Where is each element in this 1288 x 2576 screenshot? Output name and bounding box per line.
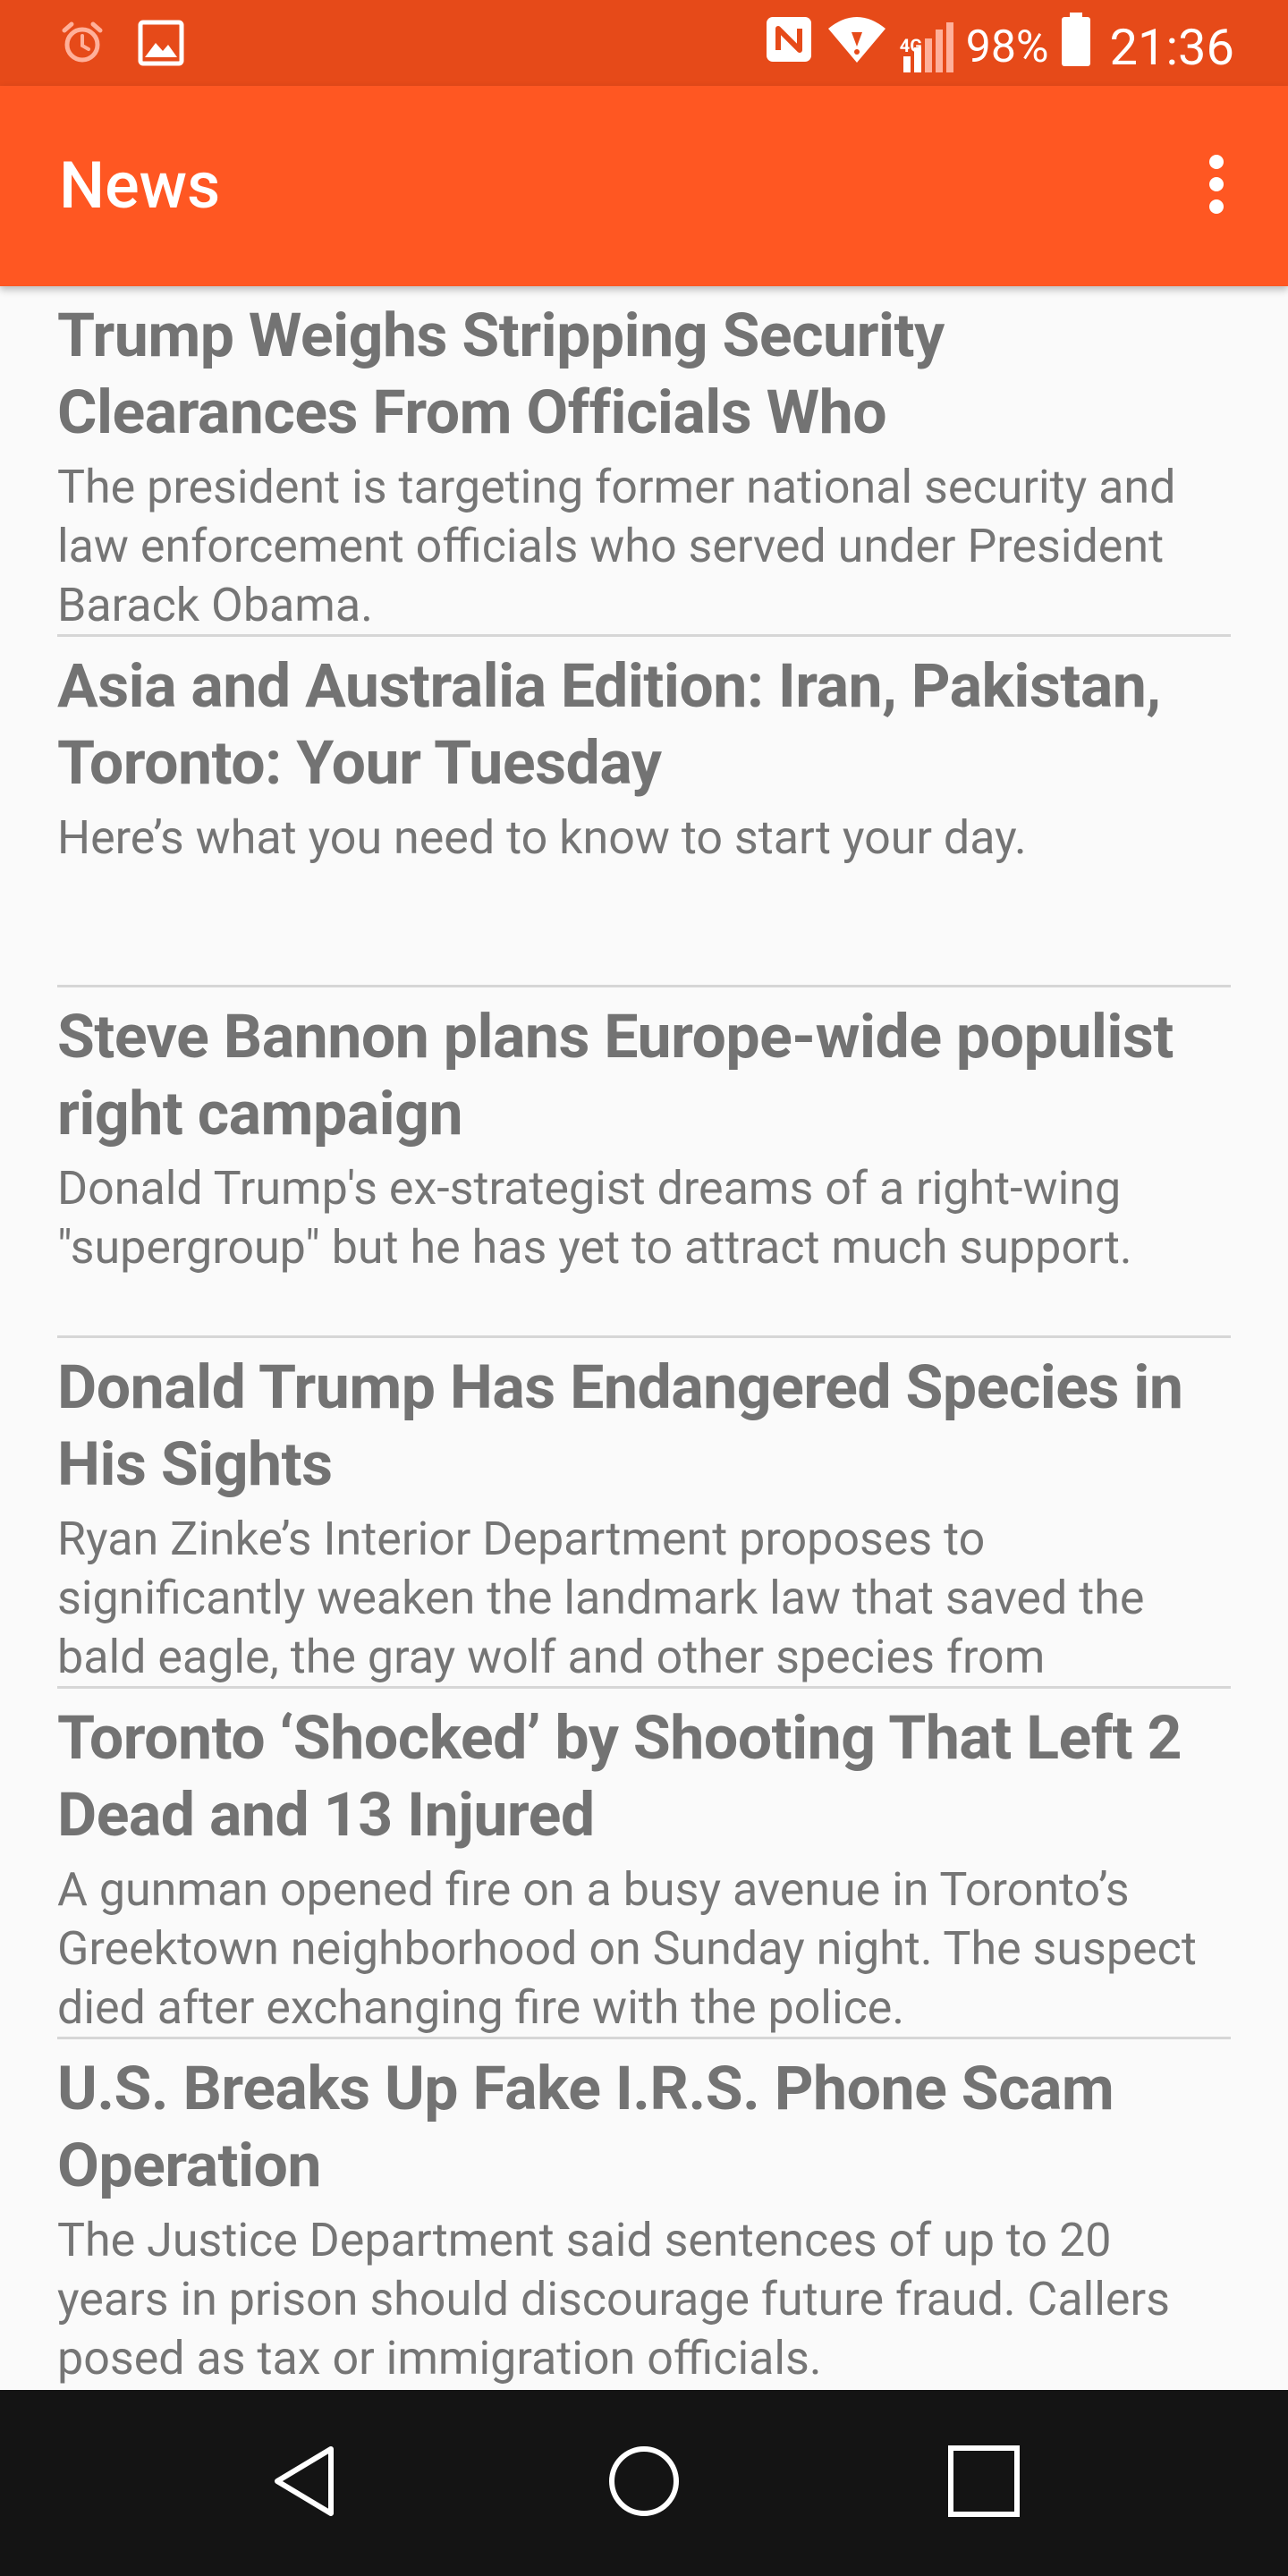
news-description: The Justice Department said sentences of… [57, 2213, 1170, 2385]
news-title: Donald Trump Has Endangered Species in H… [57, 1352, 1183, 1500]
back-button[interactable] [250, 2429, 358, 2537]
news-title: Steve Bannon plans Europe-wide populist … [57, 1001, 1174, 1149]
battery-icon [1061, 13, 1090, 81]
status-bar: 4G 98% 21:36 [0, 0, 1288, 86]
more-options-button[interactable] [1172, 141, 1261, 231]
nfc-icon [764, 14, 814, 80]
status-right-icons: 4G 98% 21:36 [764, 13, 1234, 81]
app-title: News [59, 148, 221, 224]
wifi-icon [826, 14, 887, 80]
news-item[interactable]: Donald Trump Has Endangered Species in H… [57, 1338, 1231, 1689]
gallery-icon [138, 20, 184, 70]
news-item[interactable]: Toronto ‘Shocked’ by Shooting That Left … [57, 1689, 1231, 2039]
news-item[interactable]: Trump Weighs Stripping Security Clearanc… [57, 286, 1231, 637]
home-button[interactable] [590, 2429, 698, 2537]
news-description: The president is targeting former nation… [57, 460, 1176, 632]
recents-icon [946, 2444, 1021, 2522]
battery-percent: 98% [965, 21, 1049, 73]
news-title: Trump Weighs Stripping Security Clearanc… [57, 300, 945, 448]
app-bar: News [0, 86, 1288, 286]
news-description: Here’s what you need to know to start yo… [57, 810, 1027, 865]
news-item[interactable]: Asia and Australia Edition: Iran, Pakist… [57, 637, 1231, 987]
signal-icon: 4G [900, 21, 953, 74]
news-description: Ryan Zinke’s Interior Department propose… [57, 1512, 1145, 1684]
home-icon [606, 2444, 682, 2522]
news-description: Donald Trump's ex-strategist dreams of a… [57, 1161, 1132, 1275]
news-title: Asia and Australia Edition: Iran, Pakist… [57, 650, 1161, 799]
recents-button[interactable] [930, 2429, 1038, 2537]
more-vertical-icon [1206, 153, 1227, 219]
news-item[interactable]: U.S. Breaks Up Fake I.R.S. Phone Scam Op… [57, 2039, 1231, 2390]
navigation-bar [0, 2390, 1288, 2576]
status-left-icons [59, 20, 184, 70]
alarm-icon [59, 20, 106, 70]
news-list[interactable]: Trump Weighs Stripping Security Clearanc… [0, 286, 1288, 2390]
news-title: Toronto ‘Shocked’ by Shooting That Left … [57, 1702, 1182, 1851]
back-icon [268, 2444, 340, 2522]
clock: 21:36 [1109, 17, 1234, 77]
news-description: A gunman opened fire on a busy avenue in… [57, 1862, 1197, 2035]
news-title: U.S. Breaks Up Fake I.R.S. Phone Scam Op… [57, 2053, 1114, 2201]
news-item[interactable]: Steve Bannon plans Europe-wide populist … [57, 987, 1231, 1338]
